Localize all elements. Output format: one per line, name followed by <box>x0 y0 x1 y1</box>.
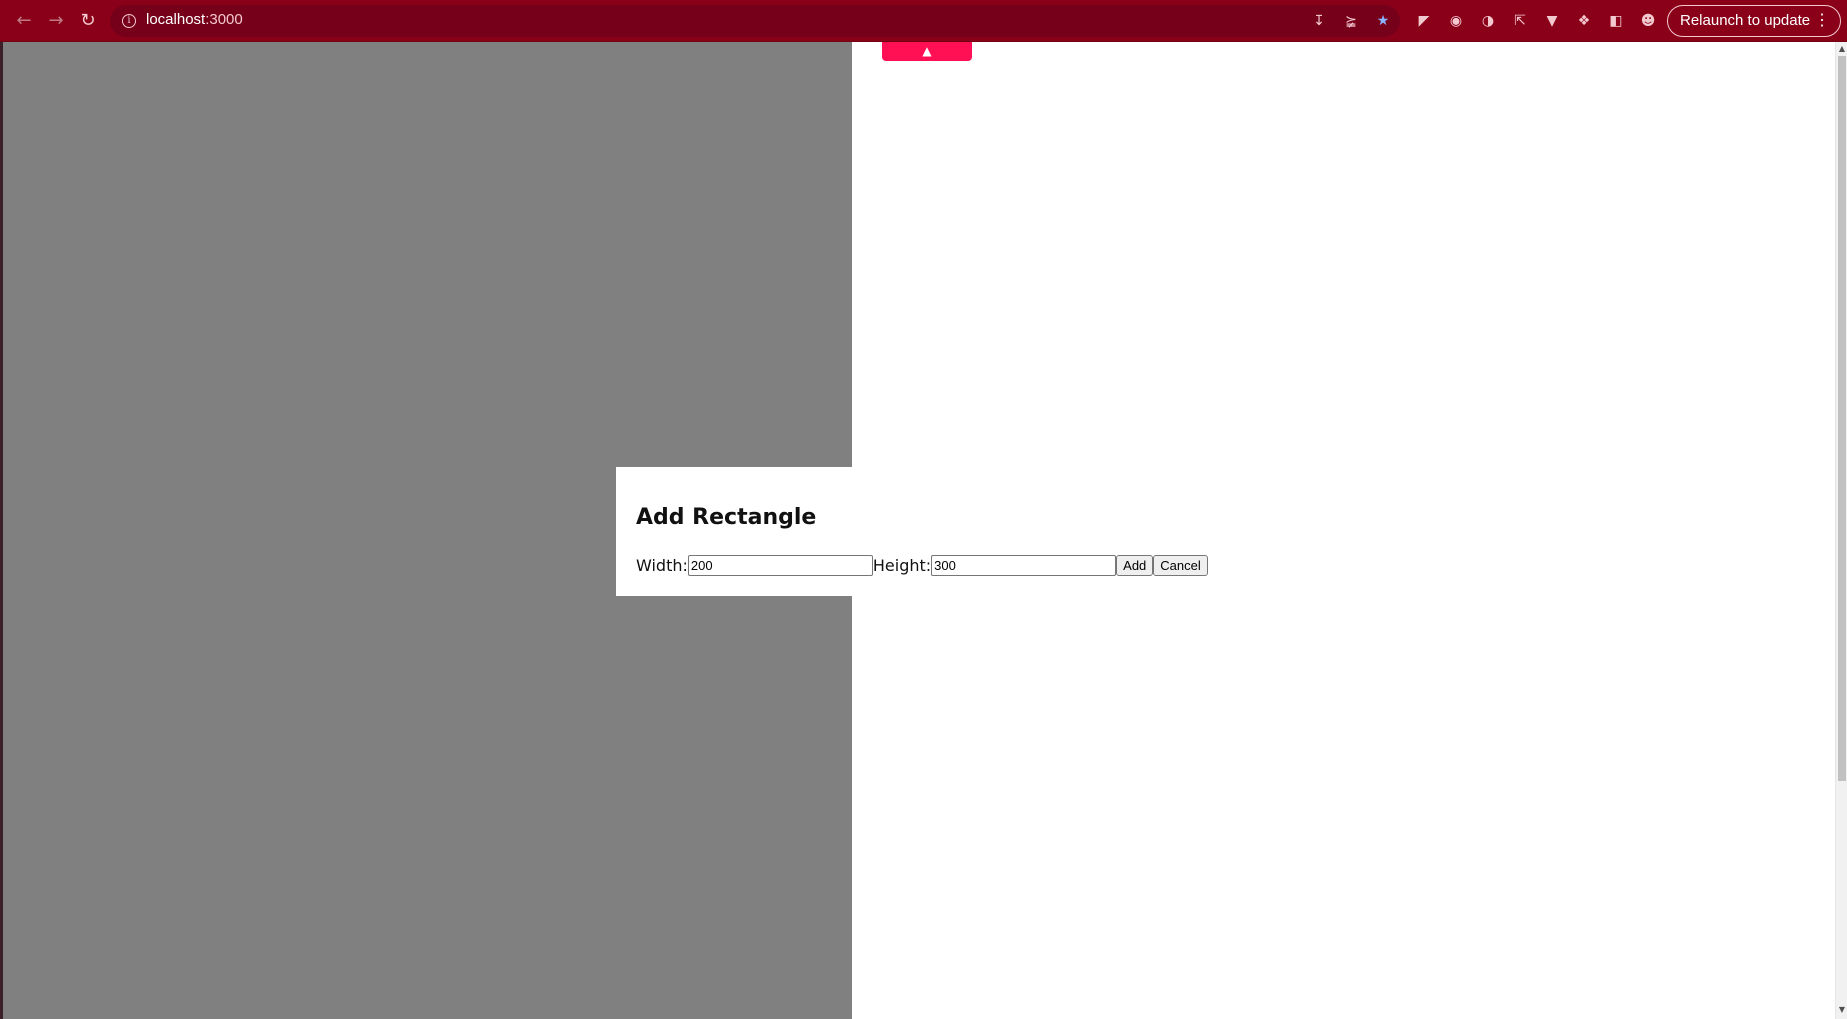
dialog-title: Add Rectangle <box>636 505 817 530</box>
vertical-scrollbar[interactable]: ▲ ▼ <box>1835 42 1847 1019</box>
pull-tab-button[interactable]: ▲ <box>882 42 972 61</box>
width-input[interactable] <box>687 554 873 576</box>
site-info-icon[interactable]: i <box>122 14 136 28</box>
width-label: Width: <box>636 555 688 575</box>
reload-icon[interactable]: ↻ <box>76 9 100 33</box>
scrollbar-thumb[interactable] <box>1838 56 1846 781</box>
profile-avatar-icon[interactable]: ☻ <box>1637 10 1659 32</box>
back-arrow-icon[interactable]: ← <box>12 9 36 33</box>
share-icon[interactable]: ⪶ <box>1342 12 1360 30</box>
add-button[interactable]: Add <box>1116 554 1154 576</box>
extension-circle-icon[interactable]: ◑ <box>1477 10 1499 32</box>
height-label: Height: <box>872 555 932 575</box>
extension-cursor-icon[interactable]: ⇱ <box>1509 10 1531 32</box>
url-host: localhost <box>146 11 206 28</box>
chevron-up-icon: ▲ <box>922 44 932 58</box>
side-panel-icon[interactable]: ◧ <box>1605 10 1627 32</box>
rectangle-form: Width: Height: Add Cancel <box>636 554 1208 576</box>
scroll-up-arrow-icon[interactable]: ▲ <box>1837 44 1847 54</box>
extension-arc-icon[interactable]: ◤ <box>1413 10 1435 32</box>
cancel-button[interactable]: Cancel <box>1153 554 1208 576</box>
bookmark-star-icon[interactable]: ★ <box>1374 12 1392 30</box>
browser-toolbar: ← → ↻ i localhost:3000 ↧ ⪶ ★ ◤ ◉ ◑ ⇱ ▼ ❖… <box>0 0 1847 42</box>
url-port: :3000 <box>205 11 243 28</box>
more-menu-icon[interactable]: ⋮ <box>1814 6 1830 36</box>
forward-arrow-icon[interactable]: → <box>44 9 68 33</box>
url-text[interactable]: localhost:3000 <box>146 11 243 28</box>
relaunch-label: Relaunch to update <box>1680 12 1811 29</box>
extension-red-icon[interactable]: ◉ <box>1445 10 1467 32</box>
relaunch-button[interactable]: Relaunch to update ⋮ <box>1667 5 1841 37</box>
height-input[interactable] <box>931 554 1117 576</box>
add-rectangle-dialog <box>616 467 852 596</box>
extensions-puzzle-icon[interactable]: ❖ <box>1573 10 1595 32</box>
scroll-down-arrow-icon[interactable]: ▼ <box>1837 1005 1847 1015</box>
extension-vue-icon[interactable]: ▼ <box>1541 10 1563 32</box>
install-app-icon[interactable]: ↧ <box>1310 12 1328 30</box>
address-bar[interactable]: i localhost:3000 ↧ ⪶ ★ <box>110 5 1400 37</box>
